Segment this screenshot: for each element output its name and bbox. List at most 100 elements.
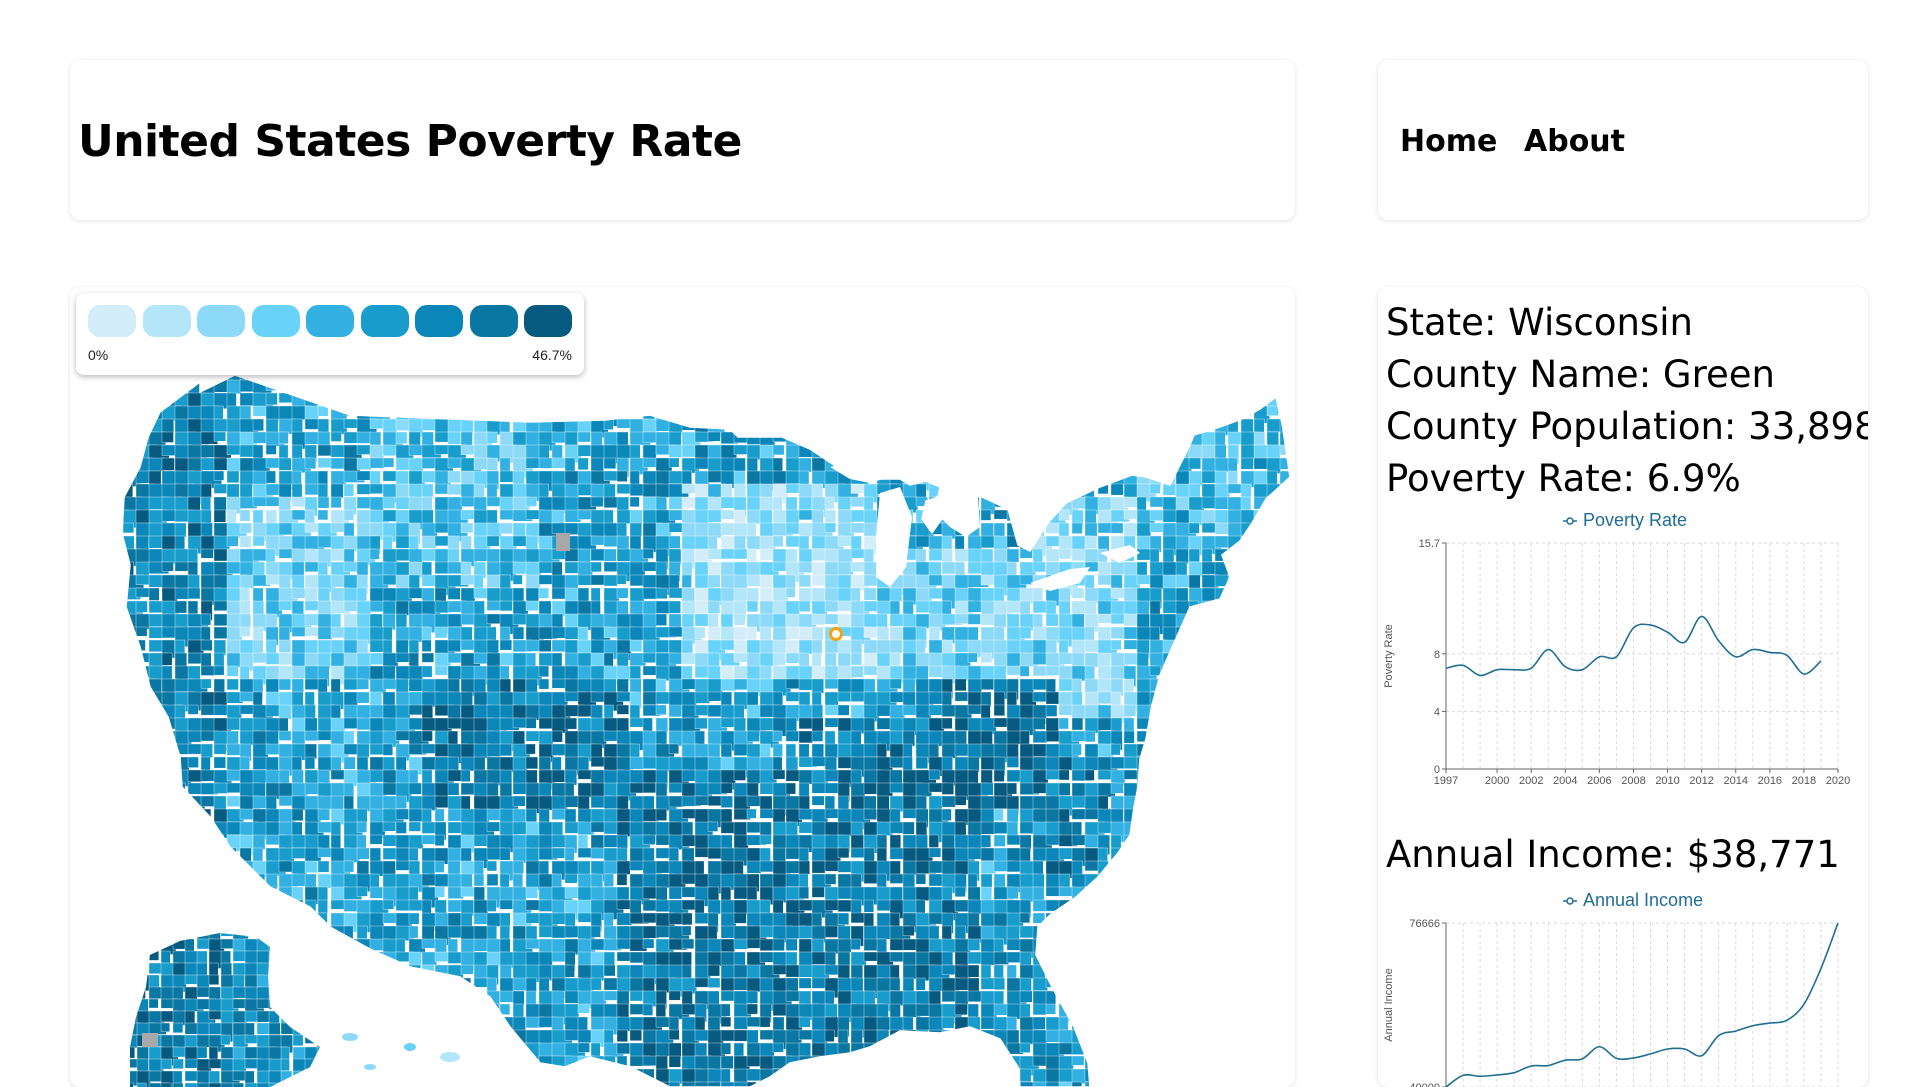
y-tick-label: 76666	[1409, 918, 1440, 930]
legend-swatch	[415, 305, 463, 337]
series-line[interactable]	[1446, 923, 1838, 1087]
legend-swatch	[197, 305, 245, 337]
data-point[interactable]	[1546, 1063, 1551, 1068]
page-title: United States Poverty Rate	[78, 116, 742, 167]
population-value: 33,898	[1748, 405, 1868, 448]
selected-county-marker[interactable]	[831, 629, 842, 640]
legend-swatch	[470, 305, 518, 337]
data-point[interactable]	[1563, 664, 1568, 669]
title-card: United States Poverty Rate	[70, 60, 1295, 220]
nodata-county	[556, 533, 570, 551]
data-point[interactable]	[1682, 1046, 1687, 1051]
map-panel	[70, 287, 1295, 1087]
legend-max-label: 46.7%	[532, 347, 572, 363]
nav-bar: Home About	[1378, 60, 1868, 220]
state-info: State: Wisconsin	[1386, 301, 1693, 344]
data-point[interactable]	[1546, 647, 1551, 652]
data-point[interactable]	[1614, 1056, 1619, 1061]
data-point[interactable]	[1699, 614, 1704, 619]
data-point[interactable]	[1784, 1018, 1789, 1023]
x-tick-label: 2008	[1621, 775, 1645, 787]
y-tick-label: 15.7	[1419, 538, 1440, 550]
legend-dot-icon	[1567, 518, 1573, 524]
data-point[interactable]	[1461, 1073, 1466, 1078]
data-point[interactable]	[1580, 667, 1585, 672]
poverty-rate-chart[interactable]: 04815.7199720002002200420062008201020122…	[1378, 505, 1868, 825]
data-point[interactable]	[1614, 654, 1619, 659]
data-point[interactable]	[1767, 650, 1772, 655]
data-point[interactable]	[1733, 654, 1738, 659]
x-tick-label: 2014	[1723, 775, 1747, 787]
annual-income-info: Annual Income: $38,771	[1386, 833, 1840, 876]
poverty-rate-value: 6.9%	[1647, 457, 1741, 500]
x-tick-label: 2006	[1587, 775, 1611, 787]
x-tick-label: 2010	[1655, 775, 1679, 787]
data-point[interactable]	[1665, 1046, 1670, 1051]
legend-swatch	[361, 305, 409, 337]
data-point[interactable]	[1716, 638, 1721, 643]
data-point[interactable]	[1801, 671, 1806, 676]
x-tick-label: 2000	[1485, 775, 1509, 787]
data-point[interactable]	[1784, 653, 1789, 658]
x-tick-label: 2020	[1826, 775, 1850, 787]
data-point[interactable]	[1733, 1029, 1738, 1034]
legend-swatch	[524, 305, 572, 337]
data-point[interactable]	[1461, 663, 1466, 668]
data-point[interactable]	[1750, 647, 1755, 652]
data-point[interactable]	[1512, 667, 1517, 672]
nodata-county	[142, 1033, 158, 1047]
data-point[interactable]	[1631, 625, 1636, 630]
data-point[interactable]	[1580, 1056, 1585, 1061]
y-tick-label: 4	[1434, 706, 1440, 718]
data-point[interactable]	[1750, 1023, 1755, 1028]
data-point[interactable]	[1529, 666, 1534, 671]
county-name-value: Green	[1663, 353, 1775, 396]
data-point[interactable]	[1495, 667, 1500, 672]
data-point[interactable]	[1699, 1053, 1704, 1058]
state-value: Wisconsin	[1508, 301, 1693, 344]
data-point[interactable]	[1836, 921, 1841, 926]
color-legend: 0% 46.7%	[76, 293, 584, 375]
x-tick-label: 2002	[1519, 775, 1543, 787]
legend-swatch	[143, 305, 191, 337]
y-tick-label: 8	[1434, 649, 1440, 661]
legend-dot-icon	[1567, 898, 1573, 904]
data-point[interactable]	[1563, 1058, 1568, 1063]
data-point[interactable]	[1444, 666, 1449, 671]
x-tick-label: 1997	[1434, 775, 1458, 787]
data-point[interactable]	[1495, 1072, 1500, 1077]
chart-legend-label[interactable]: Annual Income	[1583, 890, 1703, 910]
hawaii-islands	[342, 1033, 460, 1070]
us-county-map[interactable]	[70, 287, 1295, 1087]
data-point[interactable]	[1682, 640, 1687, 645]
legend-swatch	[306, 305, 354, 337]
county-info-panel: State: Wisconsin County Name: Green Coun…	[1378, 287, 1868, 1087]
y-tick-label: 40000	[1409, 1082, 1440, 1087]
data-point[interactable]	[1597, 1044, 1602, 1049]
data-point[interactable]	[1648, 1051, 1653, 1056]
nav-about-link[interactable]: About	[1524, 124, 1625, 159]
annual-income-value: $38,771	[1687, 833, 1840, 876]
data-point[interactable]	[1818, 966, 1823, 971]
chart-legend-label[interactable]: Poverty Rate	[1583, 510, 1687, 530]
data-point[interactable]	[1512, 1070, 1517, 1075]
data-point[interactable]	[1478, 673, 1483, 678]
data-point[interactable]	[1478, 1074, 1483, 1079]
data-point[interactable]	[1529, 1063, 1534, 1068]
x-tick-label: 2012	[1689, 775, 1713, 787]
legend-swatch	[88, 305, 136, 337]
data-point[interactable]	[1818, 659, 1823, 664]
poverty-rate-info: Poverty Rate: 6.9%	[1386, 457, 1741, 500]
data-point[interactable]	[1648, 623, 1653, 628]
annual-income-chart[interactable]: 40000 76666 Annual Income Annual Income	[1378, 885, 1868, 1087]
data-point[interactable]	[1801, 1002, 1806, 1007]
y-axis-label: Annual Income	[1383, 968, 1395, 1041]
data-point[interactable]	[1665, 630, 1670, 635]
nav-home-link[interactable]: Home	[1400, 124, 1497, 159]
data-point[interactable]	[1767, 1021, 1772, 1026]
y-axis-label: Poverty Rate	[1383, 624, 1395, 688]
data-point[interactable]	[1631, 1055, 1636, 1060]
data-point[interactable]	[1597, 654, 1602, 659]
data-point[interactable]	[1716, 1033, 1721, 1038]
x-tick-label: 2004	[1553, 775, 1577, 787]
